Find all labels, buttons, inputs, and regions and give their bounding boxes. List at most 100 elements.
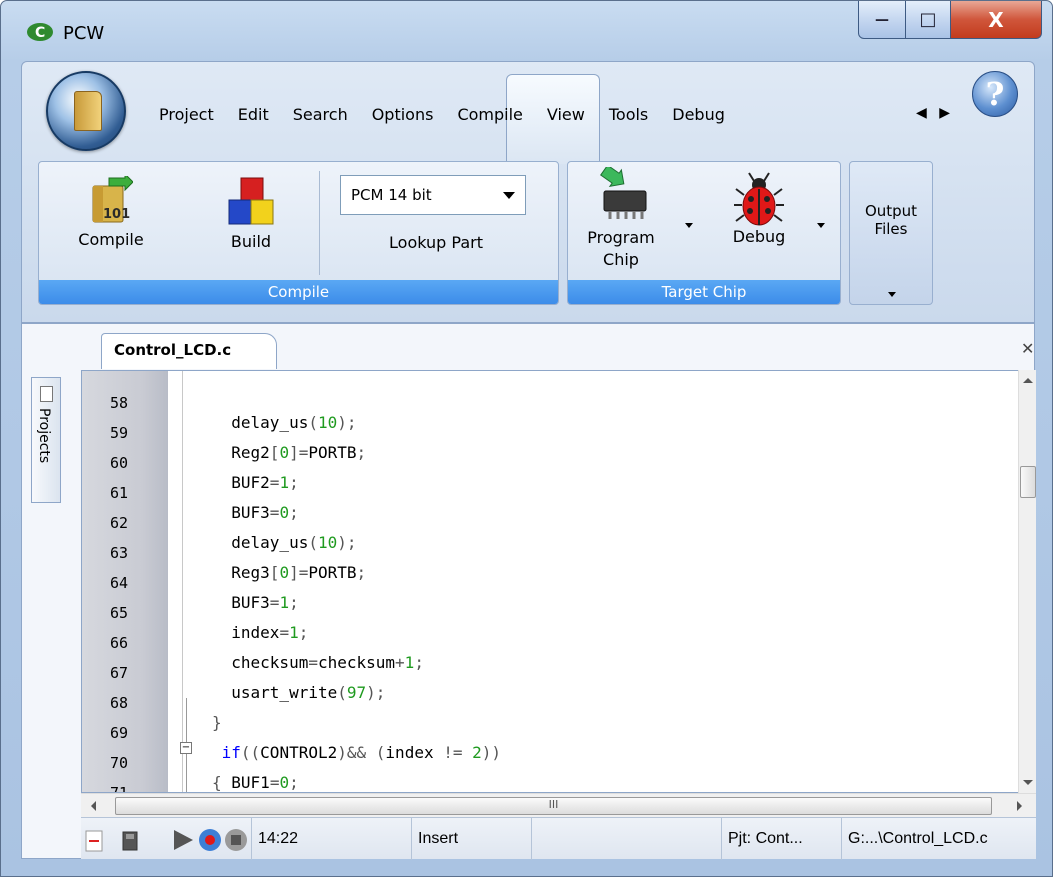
code-line: 61 BUF3=0; xyxy=(82,465,299,522)
file-path-status: G:...\Control_LCD.c xyxy=(841,818,1036,860)
line-number: 71 xyxy=(110,784,129,793)
help-button[interactable]: ? xyxy=(972,71,1018,117)
compile-group-label: Compile xyxy=(39,280,558,304)
maximize-button[interactable]: □ xyxy=(905,1,951,39)
tab-tools[interactable]: Tools xyxy=(609,105,648,124)
scroll-right-icon[interactable] xyxy=(1017,801,1022,811)
code-line: 63 Reg3[0]=PORTB; xyxy=(82,525,366,582)
ladybug-icon xyxy=(734,172,784,226)
svg-text:101: 101 xyxy=(103,207,130,222)
record-icon[interactable] xyxy=(197,827,223,853)
app-window: C PCW — □ X Project Edit Search Options … xyxy=(0,0,1053,877)
horizontal-scroll-thumb[interactable]: III xyxy=(115,797,992,815)
code-line: 70 { BUF1=0; xyxy=(82,735,299,792)
code-text: Reg3[0]=PORTB; xyxy=(212,563,367,582)
vertical-scrollbar[interactable] xyxy=(1018,370,1036,793)
code-text: Reg2[0]=PORTB; xyxy=(212,443,367,462)
minimize-button[interactable]: — xyxy=(858,1,906,39)
new-file-icon[interactable] xyxy=(85,830,103,852)
edit-mode: Insert xyxy=(411,818,531,860)
build-button[interactable]: Build xyxy=(209,176,293,251)
tab-compile[interactable]: Compile xyxy=(457,105,522,124)
code-line: 68 } xyxy=(82,675,222,732)
code-text: { BUF1=0; xyxy=(212,773,299,792)
edit-mode-text: Insert xyxy=(418,830,459,847)
output-files-line2: Files xyxy=(874,220,908,238)
build-button-label: Build xyxy=(230,232,272,251)
code-line: 59 Reg2[0]=PORTB; xyxy=(82,405,366,462)
code-text: delay_us(10); xyxy=(212,413,357,432)
pcw-app-icon: C xyxy=(27,23,53,41)
stop-icon[interactable] xyxy=(223,827,249,853)
file-tab-control-lcd[interactable]: Control_LCD.c xyxy=(101,333,277,369)
code-line: 67 usart_write(97); xyxy=(82,645,385,702)
horizontal-scrollbar[interactable]: III xyxy=(81,793,1036,817)
status-bar: 14:22 Insert Pjt: Cont... G:...\Control_… xyxy=(81,817,1036,860)
svg-text:C: C xyxy=(35,25,45,41)
folder-icon xyxy=(74,91,102,131)
scroll-up-icon[interactable] xyxy=(1023,378,1033,383)
code-text: checksum=checksum+1; xyxy=(212,653,424,672)
output-files-label: Output Files xyxy=(850,202,932,238)
play-icon[interactable] xyxy=(171,828,195,852)
tab-edit[interactable]: Edit xyxy=(238,105,269,124)
debug-button[interactable]: Debug xyxy=(713,171,805,246)
tab-view[interactable]: View xyxy=(547,105,585,124)
tab-options[interactable]: Options xyxy=(372,105,434,124)
fold-margin-divider xyxy=(182,371,183,792)
title-bar: C PCW — □ X xyxy=(1,1,1052,61)
fold-collapse-icon[interactable]: − xyxy=(180,742,192,754)
output-files-dropdown-icon xyxy=(888,292,896,297)
program-chip-dropdown-icon[interactable] xyxy=(685,223,693,228)
projects-side-tab-label: Projects xyxy=(36,408,52,464)
application-menu-button[interactable] xyxy=(46,71,126,151)
chip-family-select[interactable]: PCM 14 bit xyxy=(340,175,526,215)
scroll-left-icon[interactable] xyxy=(91,801,96,811)
tab-scroll-arrows-icon[interactable]: ◀ ▶ xyxy=(916,105,954,121)
program-chip-label: Program Chip xyxy=(573,227,669,271)
code-line: 71 delay_us(10); xyxy=(82,765,140,792)
status-empty-cell xyxy=(531,818,621,860)
help-icon: ? xyxy=(985,75,1005,113)
tab-project[interactable]: Project xyxy=(159,105,214,124)
compile-button[interactable]: 101 Compile xyxy=(69,172,153,249)
code-text: } xyxy=(212,713,222,732)
build-blocks-icon xyxy=(228,177,274,225)
program-chip-label-line1: Program xyxy=(587,228,655,247)
projects-side-tab[interactable]: Projects xyxy=(31,377,61,503)
debug-dropdown-icon[interactable] xyxy=(817,223,825,228)
ribbon-tabs: Project Edit Search Options Compile View… xyxy=(159,105,749,124)
output-files-button[interactable]: Output Files xyxy=(849,161,933,305)
close-button[interactable]: X xyxy=(950,1,1042,39)
code-line: 62 delay_us(10); xyxy=(82,495,357,552)
scroll-down-icon[interactable] xyxy=(1023,780,1033,785)
compile-icon: 101 xyxy=(92,172,134,223)
tab-search[interactable]: Search xyxy=(293,105,348,124)
code-text: if((CONTROL2)&& (index != 2)) xyxy=(221,743,502,762)
close-tab-icon[interactable]: ✕ xyxy=(1021,339,1034,358)
lookup-part-button[interactable]: Lookup Part xyxy=(361,233,511,252)
target-chip-group-label: Target Chip xyxy=(568,280,840,304)
page-icon xyxy=(40,386,53,402)
debug-button-label: Debug xyxy=(732,227,786,246)
close-icon: X xyxy=(988,7,1004,32)
code-text: usart_write(97); xyxy=(212,683,386,702)
record-tape-icon[interactable] xyxy=(121,830,139,852)
maximize-icon: □ xyxy=(919,9,937,30)
vertical-scroll-thumb[interactable] xyxy=(1020,466,1036,498)
code-line: 69 if((CONTROL2)&& (index != 2)) xyxy=(82,705,501,762)
tab-debug[interactable]: Debug xyxy=(672,105,725,124)
code-line: 65 index=1; xyxy=(82,585,308,642)
code-text: BUF3=1; xyxy=(212,593,299,612)
program-chip-button[interactable] xyxy=(579,164,669,227)
code-line: 58 delay_us(10); xyxy=(82,375,357,432)
separator xyxy=(319,171,320,275)
output-files-line1: Output xyxy=(864,202,918,220)
code-text: delay_us(10); xyxy=(212,533,357,552)
code-editor[interactable]: − 58 delay_us(10); 59 Reg2[0]=PORTB; 60 … xyxy=(81,370,1019,793)
chip-family-value: PCM 14 bit xyxy=(351,186,432,204)
code-text: BUF2=1; xyxy=(212,473,299,492)
chevron-down-icon xyxy=(503,192,515,199)
program-chip-icon xyxy=(600,164,647,219)
cursor-position: 14:22 xyxy=(251,818,321,860)
